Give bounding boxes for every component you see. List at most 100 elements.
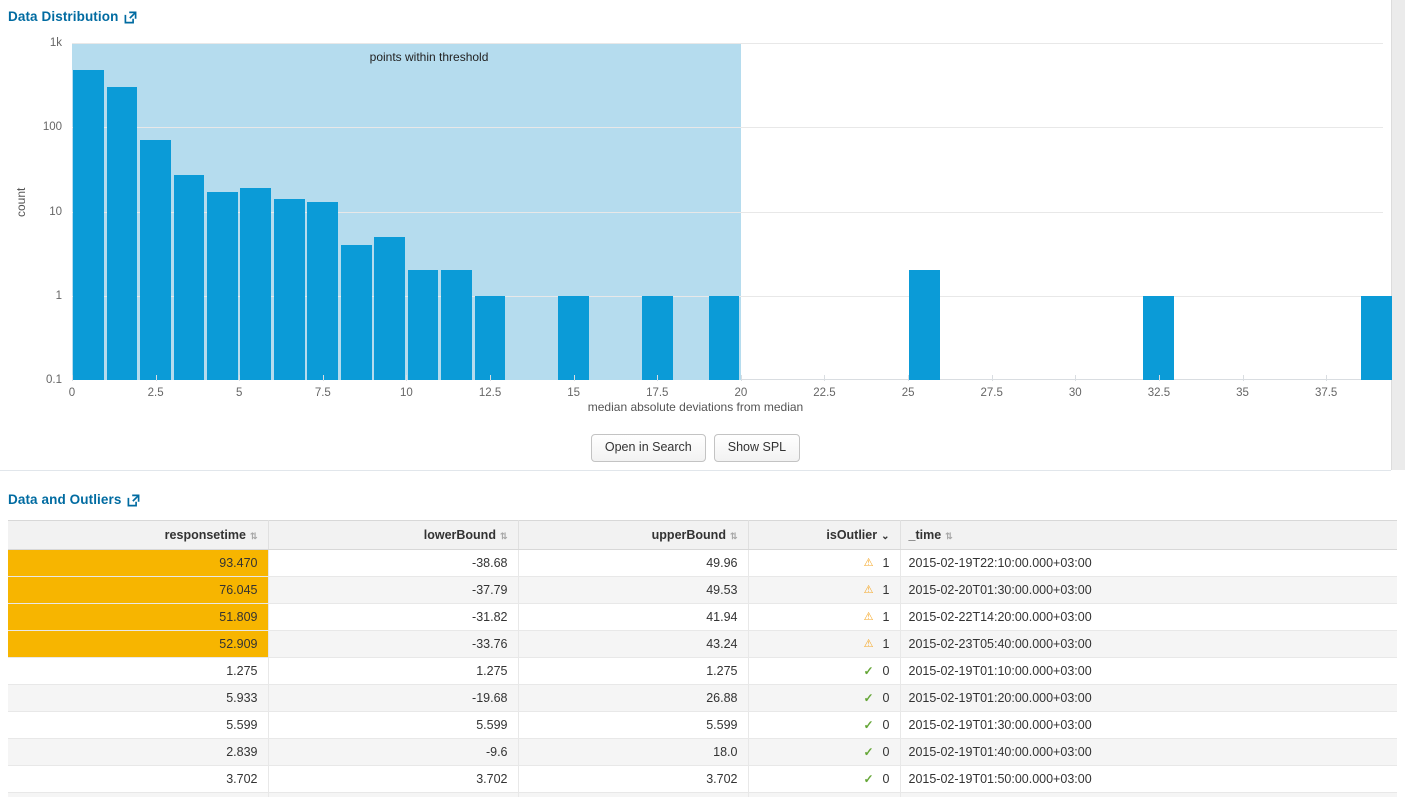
cell-isoutlier[interactable]: ⚠ 1: [748, 630, 901, 658]
cell-responsetime[interactable]: 1.275: [8, 657, 269, 685]
cell-upperbound[interactable]: 49.96: [518, 549, 749, 577]
cell-isoutlier[interactable]: ⚠ 1: [748, 603, 901, 631]
cell-isoutlier[interactable]: ⚠ 1: [748, 576, 901, 604]
sort-toggle-icon[interactable]: ⇅: [730, 532, 738, 541]
external-link-icon[interactable]: [127, 494, 140, 507]
table-row[interactable]: 76.045 -37.79 49.53 ⚠ 1 2015-02-20T01:30:00.0…: [8, 576, 1397, 604]
cell-time[interactable]: 2015-02-19T01:40:00.000+03:00: [899, 738, 1397, 766]
cell-lowerbound[interactable]: -19.68: [268, 684, 519, 712]
external-link-icon[interactable]: [124, 11, 137, 24]
chart-bar[interactable]: [240, 188, 272, 380]
cell-upperbound[interactable]: 5.599: [518, 711, 749, 739]
chart-bar[interactable]: [140, 140, 171, 380]
cell-responsetime[interactable]: 5.599: [8, 711, 269, 739]
table-row[interactable]: 2.839 -9.6 18.0 ✓ 0 2015-02-19T01:40:00.000+0…: [8, 738, 1397, 766]
chart-bar[interactable]: [641, 295, 673, 380]
cell-isoutlier[interactable]: ✓0: [748, 738, 901, 766]
cell-time[interactable]: 2015-02-19T02:00:00.000+03:00: [899, 792, 1397, 797]
check-icon: ✓: [863, 691, 874, 705]
cell-lowerbound[interactable]: -38.68: [268, 549, 519, 577]
cell-time[interactable]: 2015-02-19T01:50:00.000+03:00: [899, 765, 1397, 793]
table-row[interactable]: 51.809 -31.82 41.94 ⚠ 1 2015-02-22T14:20:00.0…: [8, 603, 1397, 631]
chart-bar[interactable]: [558, 295, 589, 380]
cell-responsetime[interactable]: 4.602: [8, 792, 269, 797]
cell-time[interactable]: 2015-02-20T01:30:00.000+03:00: [899, 576, 1397, 604]
cell-responsetime[interactable]: 5.933: [8, 684, 269, 712]
cell-responsetime[interactable]: 52.909: [8, 630, 269, 658]
table-row[interactable]: 52.909 -33.76 43.24 ⚠ 1 2015-02-23T05:40:00.0…: [8, 630, 1397, 658]
cell-upperbound[interactable]: 1.275: [518, 657, 749, 685]
chart-bar[interactable]: [173, 175, 205, 380]
sort-descending-icon[interactable]: ⌄: [881, 532, 889, 542]
show-spl-button[interactable]: Show SPL: [713, 434, 801, 462]
sort-toggle-icon[interactable]: ⇅: [250, 532, 258, 541]
chart-bar[interactable]: [307, 201, 339, 380]
cell-upperbound[interactable]: 8.65: [518, 792, 749, 797]
table-row[interactable]: 3.702 3.702 3.702 ✓ 0 2015-02-19T01:50:00.000…: [8, 765, 1397, 793]
chart-bar[interactable]: [909, 270, 941, 380]
chart-bar[interactable]: [340, 245, 372, 380]
chart-bar[interactable]: [374, 236, 406, 380]
cell-responsetime[interactable]: 93.470: [8, 549, 269, 577]
cell-responsetime[interactable]: 2.839: [8, 738, 269, 766]
cell-responsetime[interactable]: 3.702: [8, 765, 269, 793]
cell-isoutlier[interactable]: ⚠ 1: [748, 549, 901, 577]
table-header-label: isOutlier: [826, 528, 878, 542]
table-header-responsetime[interactable]: responsetime ⇅: [8, 520, 269, 550]
cell-upperbound[interactable]: 49.53: [518, 576, 749, 604]
cell-upperbound[interactable]: 26.88: [518, 684, 749, 712]
table-row[interactable]: 4.602-0.358.65✓02015-02-19T02:00:00.000+…: [8, 792, 1397, 797]
chart-bar[interactable]: [206, 192, 238, 380]
table-row[interactable]: 5.933 -19.68 26.88 ✓ 0 2015-02-19T01:20:00.00…: [8, 684, 1397, 712]
table-header-isOutlier[interactable]: isOutlier ⌄: [748, 520, 901, 550]
sort-toggle-icon[interactable]: ⇅: [500, 532, 508, 541]
chart-bar[interactable]: [708, 295, 740, 380]
cell-responsetime[interactable]: 51.809: [8, 603, 269, 631]
cell-time[interactable]: 2015-02-19T01:20:00.000+03:00: [899, 684, 1397, 712]
panel-scroll-gutter[interactable]: [1391, 0, 1405, 470]
cell-lowerbound[interactable]: -9.6: [268, 738, 519, 766]
cell-lowerbound[interactable]: 5.599: [268, 711, 519, 739]
table-row[interactable]: 5.599 5.599 5.599 ✓ 0 2015-02-19T01:30:00.000…: [8, 711, 1397, 739]
cell-isoutlier[interactable]: ✓0: [748, 684, 901, 712]
table-header-time[interactable]: _time ⇅: [899, 520, 1397, 550]
table-row[interactable]: 1.275 1.275 1.275 ✓ 0 2015-02-19T01:10:00.000…: [8, 657, 1397, 685]
cell-time[interactable]: 2015-02-19T22:10:00.000+03:00: [899, 549, 1397, 577]
cell-lowerbound[interactable]: -37.79: [268, 576, 519, 604]
chart-bar[interactable]: [106, 87, 138, 380]
cell-isoutlier[interactable]: ✓0: [748, 792, 901, 797]
chart-bar[interactable]: [1143, 295, 1175, 380]
table-row[interactable]: 93.470 -38.68 49.96 ⚠ 1 2015-02-19T22:10:00.0…: [8, 549, 1397, 577]
chart-bar[interactable]: [441, 270, 472, 380]
cell-isoutlier[interactable]: ✓0: [748, 711, 901, 739]
cell-lowerbound[interactable]: -0.35: [268, 792, 519, 797]
cell-time[interactable]: 2015-02-22T14:20:00.000+03:00: [899, 603, 1397, 631]
cell-isoutlier[interactable]: ✓0: [748, 765, 901, 793]
cell-upperbound[interactable]: 3.702: [518, 765, 749, 793]
open-in-search-button[interactable]: Open in Search: [590, 434, 706, 462]
chart-bar[interactable]: [407, 270, 439, 380]
cell-upperbound[interactable]: 43.24: [518, 630, 749, 658]
table-header-lowerBound[interactable]: lowerBound ⇅: [268, 520, 519, 550]
cell-lowerbound[interactable]: 1.275: [268, 657, 519, 685]
cell-responsetime[interactable]: 76.045: [8, 576, 269, 604]
cell-lowerbound[interactable]: 3.702: [268, 765, 519, 793]
cell-lowerbound[interactable]: -33.76: [268, 630, 519, 658]
cell-lowerbound[interactable]: -31.82: [268, 603, 519, 631]
chart-bar[interactable]: [73, 69, 105, 380]
chart-bar[interactable]: [1360, 295, 1392, 380]
chart-x-tick-label: 37.5: [1314, 387, 1338, 399]
chart-bar[interactable]: [474, 295, 506, 380]
chart-x-tickmark: [740, 375, 742, 381]
cell-upperbound[interactable]: 41.94: [518, 603, 749, 631]
chart-bar[interactable]: [273, 199, 305, 380]
cell-time[interactable]: 2015-02-19T01:30:00.000+03:00: [899, 711, 1397, 739]
sort-toggle-icon[interactable]: ⇅: [945, 532, 953, 541]
cell-time[interactable]: 2015-02-23T05:40:00.000+03:00: [899, 630, 1397, 658]
chart-x-axis-title: median absolute deviations from median: [587, 400, 804, 414]
table-header-upperBound[interactable]: upperBound ⇅: [518, 520, 749, 550]
cell-time[interactable]: 2015-02-19T01:10:00.000+03:00: [899, 657, 1397, 685]
cell-upperbound[interactable]: 18.0: [518, 738, 749, 766]
cell-isoutlier[interactable]: ✓0: [748, 657, 901, 685]
chart-x-tick-label: 17.5: [646, 387, 669, 399]
